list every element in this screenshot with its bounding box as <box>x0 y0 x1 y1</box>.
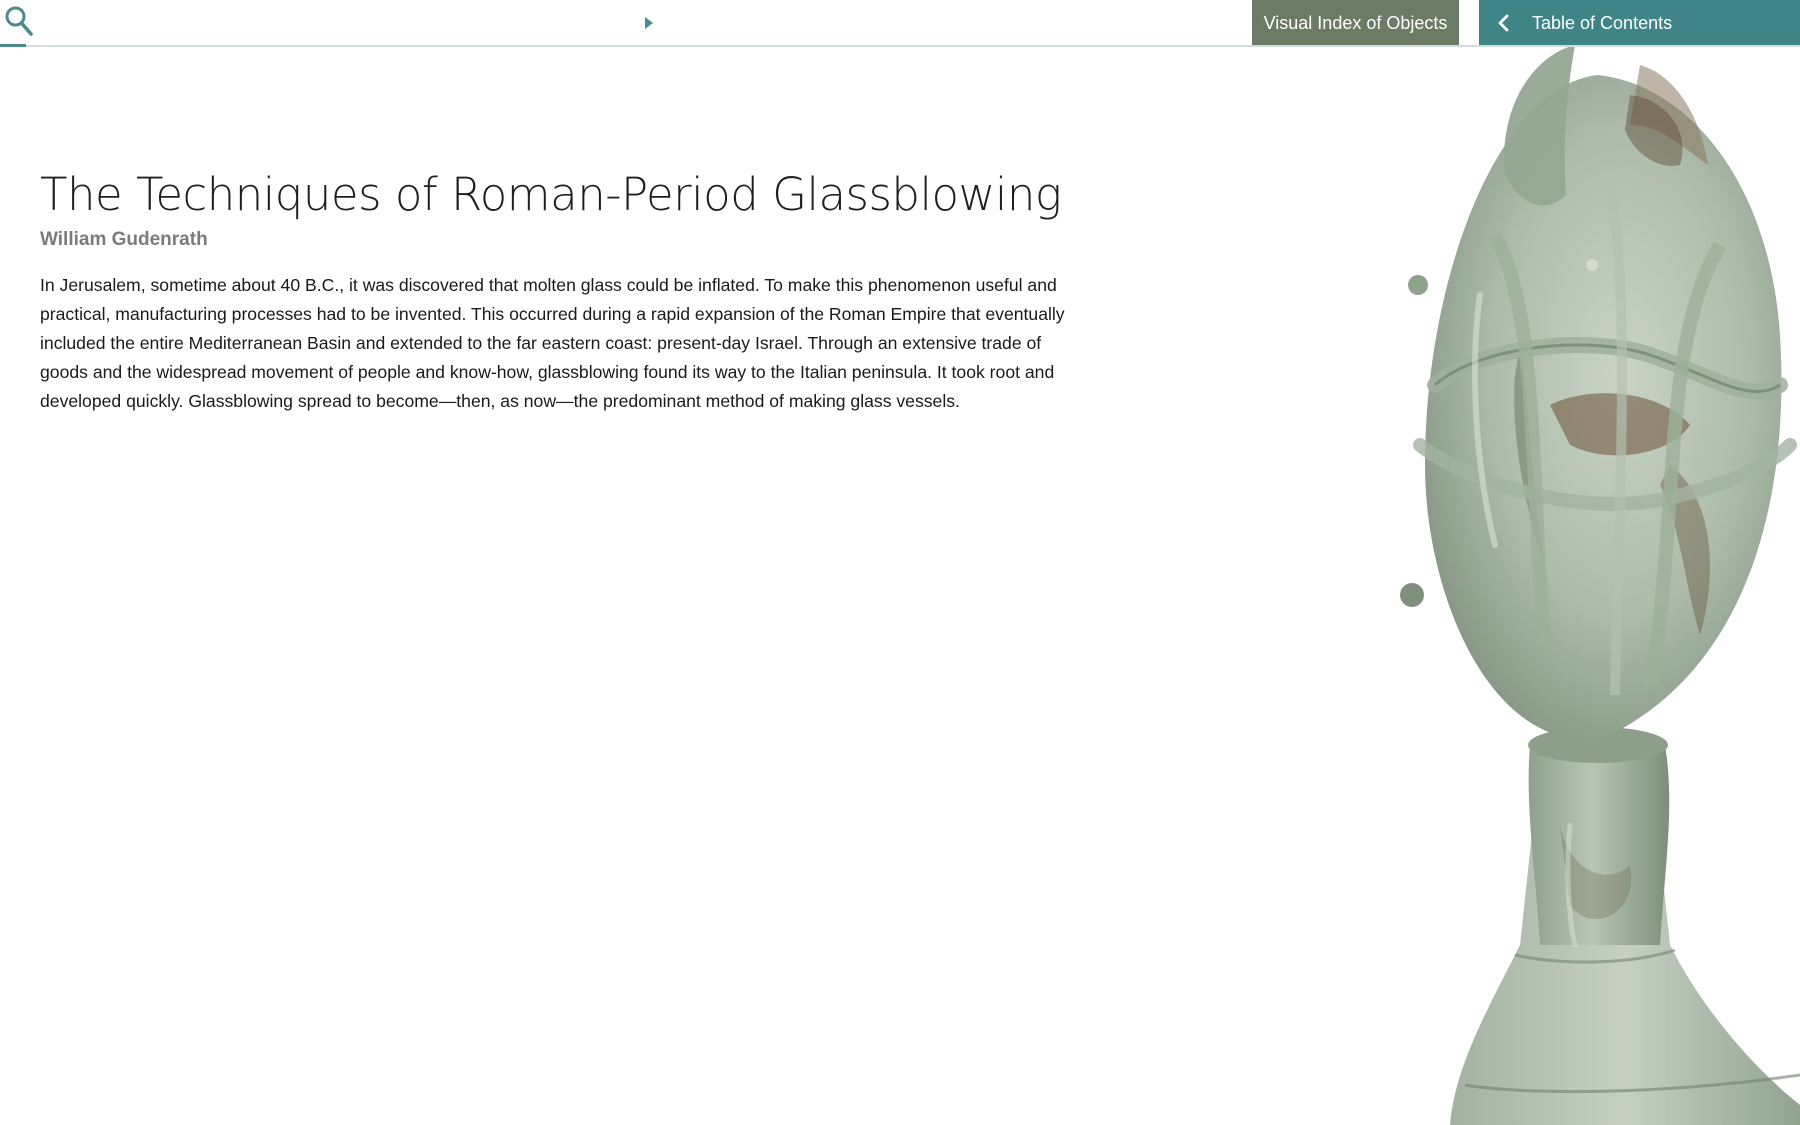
visual-index-label: Visual Index of Objects <box>1263 13 1448 33</box>
play-triangle-icon <box>645 17 653 29</box>
search-button[interactable] <box>0 0 40 45</box>
search-icon <box>5 6 33 36</box>
article: The Techniques of Roman-Period Glassblow… <box>40 165 1070 416</box>
glass-vessel-illustration <box>1400 45 1800 1125</box>
table-of-contents-label: Table of Contents <box>1532 13 1673 33</box>
visual-index-button[interactable]: Visual Index of Objects <box>1252 0 1459 45</box>
table-of-contents-button[interactable]: Table of Contents <box>1479 0 1800 45</box>
search-active-indicator <box>0 44 26 47</box>
play-button[interactable] <box>640 13 658 33</box>
hero-glass-vessel-image <box>1330 45 1800 1125</box>
page-title: The Techniques of Roman-Period Glassblow… <box>40 168 1062 221</box>
page: Visual Index of Objects Table of Content… <box>0 0 1800 1125</box>
chevron-left-icon <box>1498 14 1509 32</box>
author-name: William Gudenrath <box>40 229 208 250</box>
intro-paragraph: In Jerusalem, sometime about 40 B.C., it… <box>40 275 1065 411</box>
top-bar: Visual Index of Objects Table of Content… <box>0 0 1800 47</box>
